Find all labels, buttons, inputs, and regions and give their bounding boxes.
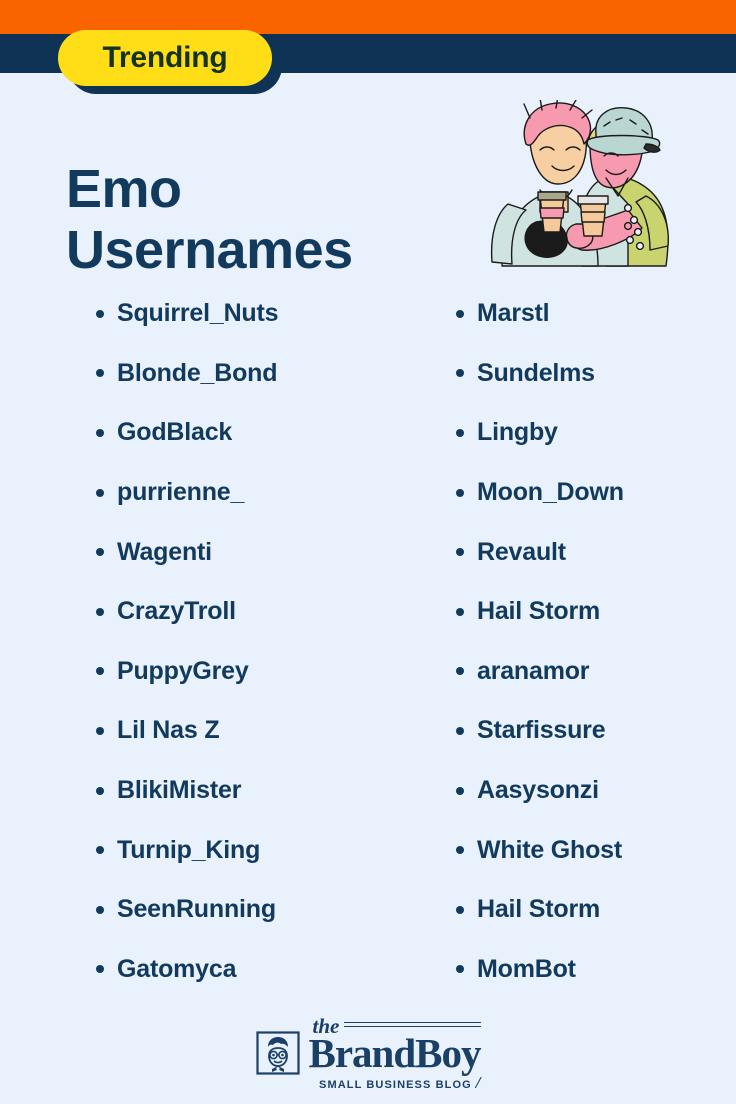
list-item[interactable]: Squirrel_Nuts <box>96 284 426 344</box>
bullet-icon <box>456 607 464 616</box>
list-item[interactable]: MomBot <box>456 940 624 1000</box>
list-item-label: purrienne_ <box>117 478 245 507</box>
list-item-label: Squirrel_Nuts <box>117 299 279 328</box>
brandboy-slash: / <box>475 1072 481 1092</box>
brandboy-face-icon <box>255 1031 300 1076</box>
bullet-icon <box>96 846 104 855</box>
list-item[interactable]: Gatomyca <box>96 940 426 1000</box>
list-item[interactable]: Sundelms <box>456 344 624 404</box>
bullet-icon <box>96 786 104 795</box>
list-item[interactable]: SeenRunning <box>96 880 426 940</box>
list-item-label: MomBot <box>477 954 576 983</box>
bullet-icon <box>96 309 104 318</box>
bullet-icon <box>96 488 104 497</box>
list-item-label: GodBlack <box>117 418 233 447</box>
list-item-label: BlikiMister <box>117 776 242 805</box>
trending-badge-pill: Trending <box>58 30 272 86</box>
list-item-label: Blonde_Bond <box>117 358 278 387</box>
list-item[interactable]: Revault <box>456 522 624 582</box>
usernames-left-column: Squirrel_Nuts Blonde_Bond GodBlack purri… <box>0 284 426 999</box>
brandboy-brand-label: BrandBoy <box>308 1030 482 1076</box>
list-item[interactable]: PuppyGrey <box>96 642 426 702</box>
list-item[interactable]: Starfissure <box>456 701 624 761</box>
brandboy-tagline-label: SMALL BUSINESS BLOG <box>319 1078 472 1091</box>
list-item-label: SeenRunning <box>117 895 276 924</box>
bullet-icon <box>456 428 464 437</box>
list-item-label: Revault <box>477 537 566 566</box>
usernames-columns: Squirrel_Nuts Blonde_Bond GodBlack purri… <box>0 284 736 999</box>
brandboy-wordmark: the BrandBoy SMALL BUSINESS BLOG / <box>308 1016 482 1092</box>
list-item[interactable]: Moon_Down <box>456 463 624 523</box>
list-item[interactable]: Lingby <box>456 403 624 463</box>
list-item[interactable]: GodBlack <box>96 403 426 463</box>
brandboy-tagline-row: SMALL BUSINESS BLOG / <box>309 1072 481 1092</box>
bullet-icon <box>96 548 104 557</box>
list-item-label: Lingby <box>477 418 558 447</box>
page-title: Emo Usernames <box>66 159 353 280</box>
list-item[interactable]: Lil Nas Z <box>96 701 426 761</box>
list-item-label: CrazyTroll <box>117 597 236 626</box>
bullet-icon <box>456 905 464 914</box>
usernames-right-column: Marstl Sundelms Lingby Moon_Down Revault… <box>426 284 624 999</box>
list-item-label: Sundelms <box>477 358 595 387</box>
list-item[interactable]: Hail Storm <box>456 582 624 642</box>
list-item-label: Aasysonzi <box>477 776 599 805</box>
list-item[interactable]: purrienne_ <box>96 463 426 523</box>
bullet-icon <box>456 667 464 676</box>
bullet-icon <box>96 905 104 914</box>
bullet-icon <box>456 846 464 855</box>
list-item[interactable]: Blonde_Bond <box>96 344 426 404</box>
bullet-icon <box>456 369 464 378</box>
bullet-icon <box>456 548 464 557</box>
list-item[interactable]: BlikiMister <box>96 761 426 821</box>
list-item-label: Gatomyca <box>117 954 237 983</box>
list-item-label: Hail Storm <box>477 597 601 626</box>
bullet-icon <box>456 488 464 497</box>
trending-badge: Trending <box>58 30 282 94</box>
list-item-label: Lil Nas Z <box>117 716 220 745</box>
list-item-label: aranamor <box>477 656 590 685</box>
list-item[interactable]: Wagenti <box>96 522 426 582</box>
brandboy-rule <box>344 1022 481 1027</box>
list-item[interactable]: Turnip_King <box>96 820 426 880</box>
list-item[interactable]: White Ghost <box>456 820 624 880</box>
bullet-icon <box>456 965 464 974</box>
bullet-icon <box>96 369 104 378</box>
brandboy-logo[interactable]: the BrandBoy SMALL BUSINESS BLOG / <box>0 1016 736 1091</box>
list-item-label: Wagenti <box>117 537 212 566</box>
bullet-icon <box>96 667 104 676</box>
bullet-icon <box>96 726 104 735</box>
list-item[interactable]: Aasysonzi <box>456 761 624 821</box>
list-item[interactable]: Marstl <box>456 284 624 344</box>
list-item-label: Starfissure <box>477 716 606 745</box>
trending-badge-label: Trending <box>102 41 228 74</box>
list-item[interactable]: aranamor <box>456 642 624 702</box>
list-item-label: Marstl <box>477 299 550 328</box>
bullet-icon <box>456 786 464 795</box>
list-item-label: Turnip_King <box>117 835 261 864</box>
list-item-label: PuppyGrey <box>117 656 249 685</box>
top-orange-band <box>0 0 736 34</box>
list-item-label: White Ghost <box>477 835 623 864</box>
list-item-label: Moon_Down <box>477 478 624 507</box>
bullet-icon <box>456 726 464 735</box>
list-item-label: Hail Storm <box>477 895 601 924</box>
bullet-icon <box>96 607 104 616</box>
bullet-icon <box>96 428 104 437</box>
list-item[interactable]: CrazyTroll <box>96 582 426 642</box>
bullet-icon <box>96 965 104 974</box>
list-item[interactable]: Hail Storm <box>456 880 624 940</box>
couple-coffee-illustration <box>478 95 680 272</box>
bullet-icon <box>456 309 464 318</box>
